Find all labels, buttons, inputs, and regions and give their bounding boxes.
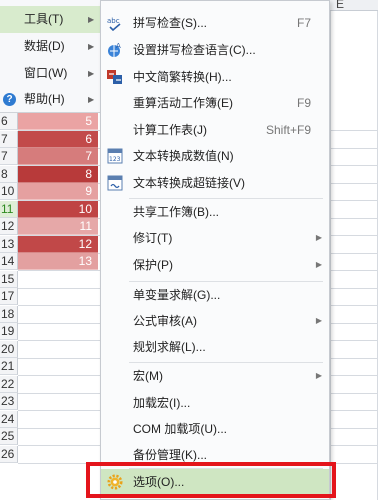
- menu-item-tools[interactable]: 工具(T) ▶: [0, 6, 100, 33]
- menu-item-label: 帮助(H): [24, 92, 65, 106]
- menu-item-spell-language[interactable]: A 设置拼写检查语言(C)...: [101, 37, 329, 63]
- menu-item-goal-seek[interactable]: 单变量求解(G)...: [101, 282, 329, 308]
- row-header[interactable]: 7: [0, 130, 18, 148]
- row-header[interactable]: 14: [0, 253, 18, 270]
- menu-item-label: 文本转换成超链接(V): [133, 176, 245, 190]
- row-header[interactable]: 6: [0, 113, 18, 130]
- data-cell[interactable]: 9: [18, 183, 98, 200]
- language-icon: A: [108, 42, 121, 57]
- submenu-arrow-icon: ▶: [315, 371, 322, 380]
- menu-item-label: 数据(D): [24, 39, 65, 53]
- menu-item-formula-auditing[interactable]: 公式审核(A) ▶: [101, 308, 329, 334]
- text-to-number-icon: 123: [107, 148, 123, 164]
- row-header[interactable]: 7: [0, 148, 18, 165]
- row-header[interactable]: 15: [0, 270, 18, 288]
- svg-text:abc: abc: [107, 17, 120, 25]
- data-cell[interactable]: 5: [18, 113, 98, 130]
- menu-item-label: 拼写检查(S)...: [133, 16, 207, 30]
- submenu-arrow-icon: ▶: [315, 260, 322, 269]
- data-cell[interactable]: 8: [18, 165, 98, 183]
- menu-item-label: 规划求解(L)...: [133, 340, 206, 354]
- menu-item-text-to-hyperlink[interactable]: 文本转换成超链接(V): [101, 170, 329, 196]
- spellcheck-icon: abc: [107, 17, 121, 31]
- menu-item-text-to-number[interactable]: 123 文本转换成数值(N): [101, 143, 329, 169]
- row-header[interactable]: 10: [0, 183, 18, 200]
- column-e-header[interactable]: E: [336, 0, 344, 11]
- menu-item-label: 中文简繁转换(H)...: [133, 70, 232, 84]
- row-header[interactable]: 13: [0, 235, 18, 253]
- menu-item-share-workbook[interactable]: 共享工作簿(B)...: [101, 199, 329, 225]
- menu-item-label: 共享工作簿(B)...: [133, 205, 219, 219]
- row-header[interactable]: 24: [0, 410, 18, 428]
- data-cell[interactable]: 11: [18, 218, 98, 235]
- row-header[interactable]: 18: [0, 305, 18, 323]
- row-header[interactable]: 12: [0, 218, 18, 235]
- menu-item-label: 工具(T): [24, 12, 64, 26]
- submenu-arrow-icon: ▶: [88, 42, 95, 51]
- row-header[interactable]: 25: [0, 428, 18, 445]
- menu-item-help[interactable]: ? 帮助(H) ▶: [0, 86, 100, 113]
- menu-item-window[interactable]: 窗口(W) ▶: [0, 60, 100, 87]
- chinese-convert-icon: [107, 70, 122, 84]
- menu-item-label: 计算工作表(J): [133, 123, 207, 137]
- menu-item-label: 重算活动工作簿(E): [133, 96, 233, 110]
- menu-item-protect[interactable]: 保护(P) ▶: [101, 252, 329, 278]
- menu-item-revisions[interactable]: 修订(T) ▶: [101, 225, 329, 251]
- highlight-callout-box: [86, 462, 336, 498]
- menu-item-label: COM 加载项(U)...: [133, 422, 227, 436]
- menu-item-label: 修订(T): [133, 231, 173, 245]
- menu-item-label: 保护(P): [133, 258, 173, 272]
- menu-item-label: 设置拼写检查语言(C)...: [133, 43, 256, 57]
- row-header[interactable]: 26: [0, 445, 18, 463]
- svg-text:123: 123: [109, 156, 121, 163]
- row-header[interactable]: 23: [0, 393, 18, 410]
- menu-item-data[interactable]: 数据(D) ▶: [0, 33, 100, 60]
- row-header[interactable]: 11: [0, 200, 18, 218]
- menu-item-label: 宏(M): [133, 369, 163, 383]
- text-to-link-icon: [107, 175, 123, 191]
- data-cell[interactable]: 7: [18, 148, 98, 165]
- row-header[interactable]: 17: [0, 288, 18, 305]
- menu-item-label: 窗口(W): [24, 66, 68, 80]
- menu-item-solver[interactable]: 规划求解(L)...: [101, 334, 329, 360]
- shortcut-label: F7: [296, 16, 311, 30]
- data-cell[interactable]: 10: [18, 200, 98, 218]
- row-header[interactable]: 20: [0, 340, 18, 358]
- menu-item-label: 加载宏(I)...: [133, 396, 191, 410]
- data-cell[interactable]: 12: [18, 235, 98, 253]
- svg-text:A: A: [116, 42, 121, 50]
- submenu-arrow-icon: ▶: [315, 233, 322, 242]
- row-header[interactable]: 19: [0, 323, 18, 340]
- menu-item-label: 文本转换成数值(N): [133, 149, 234, 163]
- menu-item-label: 公式审核(A): [133, 314, 197, 328]
- menu-item-macro[interactable]: 宏(M) ▶: [101, 363, 329, 389]
- submenu-arrow-icon: ▶: [88, 69, 95, 78]
- shortcut-label: F9: [296, 96, 311, 110]
- row-header[interactable]: 21: [0, 358, 18, 375]
- menu-item-recalc-workbook[interactable]: 重算活动工作簿(E) F9: [101, 90, 329, 116]
- menu-item-label: 单变量求解(G)...: [133, 288, 221, 302]
- row-header[interactable]: 22: [0, 375, 18, 393]
- data-cell[interactable]: 6: [18, 130, 98, 148]
- menu-item-spell-check[interactable]: abc 拼写检查(S)... F7: [101, 10, 329, 36]
- menu-item-load-macro[interactable]: 加载宏(I)...: [101, 390, 329, 416]
- menu-item-calc-sheet[interactable]: 计算工作表(J) Shift+F9: [101, 117, 329, 143]
- help-icon: ?: [3, 93, 16, 106]
- submenu-arrow-icon: ▶: [88, 15, 95, 24]
- parent-menu: 工具(T) ▶ 数据(D) ▶ 窗口(W) ▶ ? 帮助(H) ▶: [0, 0, 101, 113]
- row-header[interactable]: 8: [0, 165, 18, 183]
- tools-dropdown-menu: abc 拼写检查(S)... F7 A 设置拼写检查语言(C)... 中文简繁转…: [100, 0, 330, 500]
- shortcut-label: Shift+F9: [265, 123, 311, 137]
- data-cell[interactable]: 13: [18, 253, 98, 270]
- submenu-arrow-icon: ▶: [315, 316, 322, 325]
- menu-item-com-addins[interactable]: COM 加载项(U)...: [101, 416, 329, 442]
- menu-item-chinese-convert[interactable]: 中文简繁转换(H)...: [101, 64, 329, 90]
- submenu-arrow-icon: ▶: [88, 95, 95, 104]
